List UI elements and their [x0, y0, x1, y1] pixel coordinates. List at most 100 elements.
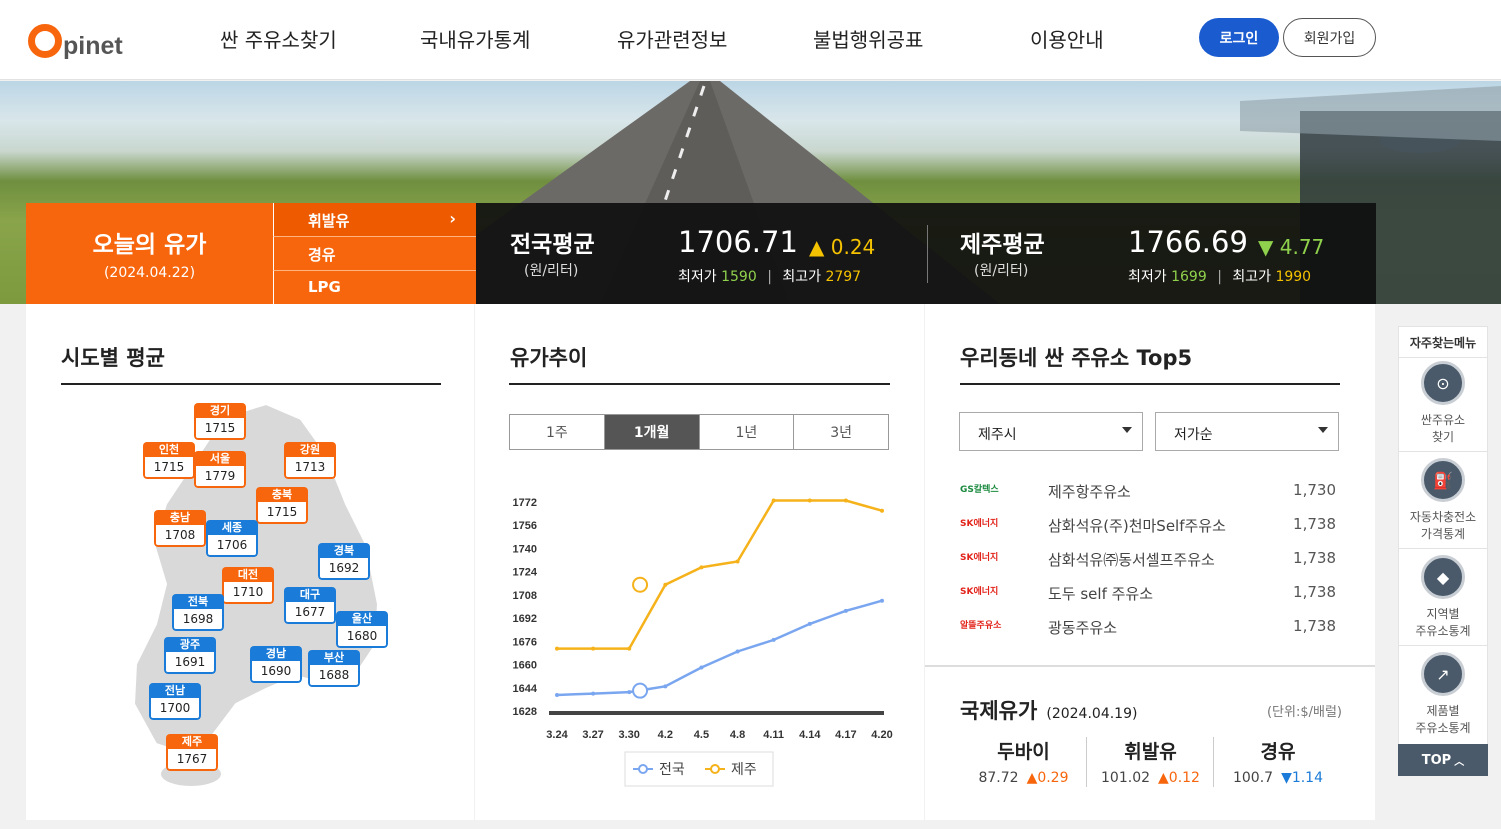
- region-name: 전남: [149, 683, 201, 698]
- data-point: [591, 691, 596, 696]
- jeju-avg-unit: (원/리터): [974, 263, 1029, 279]
- intl-item-name: 두바이: [997, 741, 1050, 763]
- quick-menu-item[interactable]: ⛽ 자동차충전소 가격통계: [1399, 458, 1487, 542]
- fuel-tab-label: LPG: [308, 278, 341, 296]
- station-row[interactable]: GS칼텍스 제주항주유소 1,730: [960, 478, 1338, 504]
- region-badge[interactable]: 서울 1779: [194, 451, 246, 488]
- chevron-right-icon: ›: [449, 209, 456, 228]
- region-badge[interactable]: 경기 1715: [194, 403, 246, 440]
- station-row[interactable]: SK에너지 삼화석유㈜동서셀프주유소 1,738: [960, 546, 1338, 572]
- data-point: [880, 508, 884, 513]
- station-price: 1,738: [1293, 515, 1336, 533]
- national-change-value: 0.24: [830, 235, 876, 259]
- legend-label: 전국: [659, 762, 685, 778]
- city-select[interactable]: 제주시: [959, 412, 1143, 451]
- region-name: 충북: [256, 487, 308, 502]
- fuel-tab-diesel[interactable]: 경유: [273, 237, 476, 271]
- jeju-change-value: 4.77: [1279, 235, 1325, 259]
- today-price-box: 오늘의 유가 (2024.04.22): [26, 203, 273, 304]
- region-badge[interactable]: 제주 1767: [166, 734, 218, 771]
- region-badge[interactable]: 충북 1715: [256, 487, 308, 524]
- intl-unit: (단위:$/배럴): [1266, 705, 1342, 720]
- station-row[interactable]: SK에너지 도두 self 주유소 1,738: [960, 580, 1338, 606]
- station-price: 1,738: [1293, 617, 1336, 635]
- join-button[interactable]: 회원가입: [1283, 18, 1376, 57]
- region-badge[interactable]: 세종 1706: [206, 520, 258, 557]
- region-badge[interactable]: 경남 1690: [250, 646, 302, 683]
- region-value: 1715: [256, 502, 308, 524]
- station-row[interactable]: SK에너지 삼화석유(주)천마Self주유소 1,738: [960, 512, 1338, 538]
- data-point: [735, 559, 740, 564]
- region-badge[interactable]: 인천 1715: [143, 442, 195, 479]
- min-label: 최저가: [1128, 269, 1167, 285]
- region-badge[interactable]: 대구 1677: [284, 587, 336, 624]
- legend-marker: [638, 764, 648, 774]
- top-button[interactable]: TOP ︿: [1398, 744, 1488, 776]
- region-badge[interactable]: 강원 1713: [284, 442, 336, 479]
- fuel-tab-gasoline[interactable]: 휘발유 ›: [273, 203, 476, 237]
- data-point: [807, 498, 812, 503]
- region-value: 1700: [149, 698, 201, 720]
- region-badge[interactable]: 광주 1691: [164, 637, 216, 674]
- opinet-logo[interactable]: pinet: [28, 14, 123, 60]
- data-point: [843, 608, 848, 613]
- tab-3year[interactable]: 3년: [794, 415, 888, 449]
- intl-item-value: 101.02: [1101, 770, 1151, 786]
- region-badge[interactable]: 전남 1700: [149, 683, 201, 720]
- intl-item-value-row: 101.02 ▲0.12: [1088, 770, 1213, 786]
- data-point: [555, 646, 559, 651]
- data-point: [807, 621, 812, 626]
- intl-date: (2024.04.19): [1046, 706, 1138, 722]
- intl-item-change: ▲0.12: [1158, 770, 1200, 786]
- region-name: 경남: [250, 646, 302, 661]
- nav-illegal-disclosure[interactable]: 불법행위공표: [813, 24, 923, 53]
- region-badge[interactable]: 경북 1692: [318, 543, 370, 580]
- data-point: [699, 665, 704, 670]
- region-badge[interactable]: 충남 1708: [154, 510, 206, 547]
- nav-domestic-stats[interactable]: 국내유가통계: [420, 24, 530, 53]
- region-badge[interactable]: 전북 1698: [172, 594, 224, 631]
- quick-menu-item[interactable]: ⊙ 싼주유소 찾기: [1399, 361, 1487, 445]
- data-point: [627, 690, 632, 695]
- sort-select[interactable]: 저가순: [1155, 412, 1339, 451]
- national-avg-change: ▲ 0.24: [809, 235, 875, 259]
- region-value: 1715: [194, 418, 246, 440]
- nav-guide[interactable]: 이용안내: [1030, 24, 1104, 53]
- region-name: 인천: [143, 442, 195, 457]
- tab-1year[interactable]: 1년: [700, 415, 795, 449]
- quick-menu-label: 주유소통계: [1415, 624, 1471, 638]
- jeju-minmax: 최저가 1699 | 최고가 1990: [1128, 266, 1311, 286]
- region-value: 1680: [336, 626, 388, 648]
- region-badge[interactable]: 부산 1688: [308, 650, 360, 687]
- intl-item-value: 100.7: [1232, 770, 1274, 786]
- quick-menu-item[interactable]: ↗ 제품별 주유소통계: [1399, 652, 1487, 736]
- station-row[interactable]: 알뜰주유소 광동주유소 1,738: [960, 614, 1338, 640]
- quick-menu: 자주찾는메뉴 ⊙ 싼주유소 찾기 ⛽ 자동차충전소 가격통계 ◆ 지역별 주유소통계 ↗ 제품별 주유…: [1398, 326, 1488, 746]
- tab-1month[interactable]: 1개월: [604, 415, 700, 449]
- data-point: [843, 498, 848, 503]
- down-arrow-icon: ▼: [1258, 235, 1274, 259]
- login-button[interactable]: 로그인: [1199, 18, 1279, 57]
- quick-menu-item[interactable]: ◆ 지역별 주유소통계: [1399, 555, 1487, 639]
- data-point: [663, 684, 668, 689]
- brand-logo-icon: SK에너지: [960, 519, 999, 529]
- nav-cheap-station[interactable]: 싼 주유소찾기: [220, 24, 337, 53]
- brand-logo-icon: GS칼텍스: [960, 485, 999, 495]
- quick-menu-label: 제품별: [1426, 704, 1460, 718]
- period-tabs: 1주 1개월 1년 3년: [509, 414, 889, 450]
- today-title: 오늘의 유가: [92, 232, 207, 258]
- region-name: 전북: [172, 594, 224, 609]
- title-underline: [960, 383, 1340, 385]
- legend-marker: [710, 764, 720, 774]
- region-badge[interactable]: 대전 1710: [222, 567, 274, 604]
- jeju-max: 1990: [1275, 269, 1312, 285]
- region-name: 경북: [318, 543, 370, 558]
- region-value: 1688: [308, 665, 360, 687]
- station-name: 도두 self 주유소: [1048, 585, 1154, 603]
- data-point: [771, 637, 776, 642]
- fuel-tab-lpg[interactable]: LPG: [273, 271, 476, 304]
- jeju-min: 1699: [1171, 269, 1207, 285]
- nav-price-info[interactable]: 유가관련정보: [617, 24, 727, 53]
- region-badge[interactable]: 울산 1680: [336, 611, 388, 648]
- tab-1week[interactable]: 1주: [510, 415, 605, 449]
